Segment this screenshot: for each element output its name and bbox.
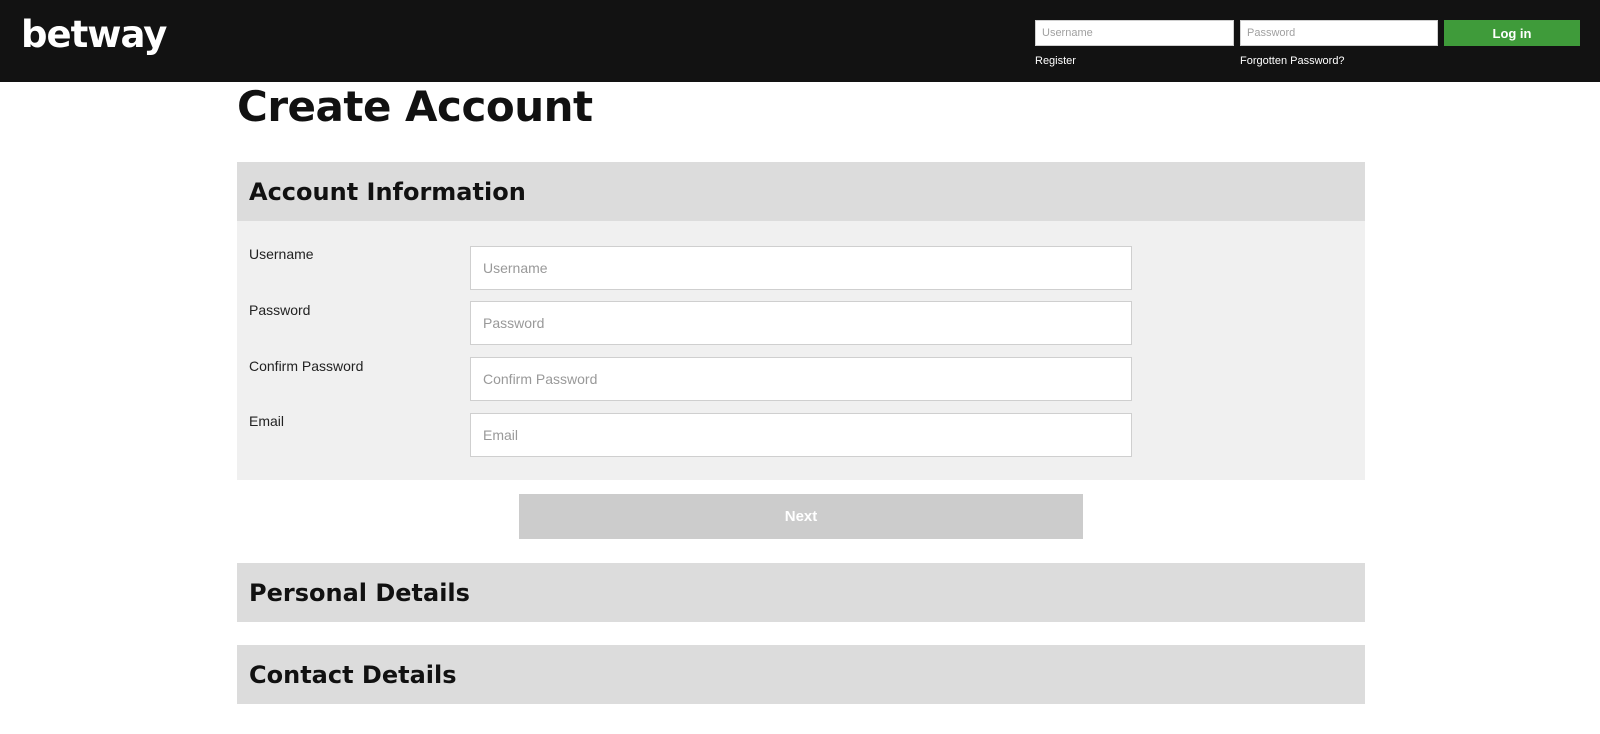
username-input[interactable] (470, 246, 1132, 290)
betway-logo[interactable]: betway (21, 12, 167, 58)
password-input[interactable] (470, 301, 1132, 345)
account-information-form: Username Password Confirm Password Email (237, 221, 1365, 480)
top-navigation-bar: betway Log in Register Forgotten Passwor… (0, 0, 1600, 82)
email-label: Email (249, 413, 285, 429)
personal-details-header[interactable]: Personal Details (237, 563, 1365, 622)
header-password-input[interactable] (1240, 20, 1438, 46)
login-button[interactable]: Log in (1444, 20, 1580, 46)
next-button[interactable]: Next (519, 494, 1083, 539)
personal-details-title: Personal Details (249, 578, 470, 607)
contact-details-header[interactable]: Contact Details (237, 645, 1365, 704)
confirm-password-input[interactable] (470, 357, 1132, 401)
page-title: Create Account (237, 82, 593, 131)
username-label: Username (249, 246, 314, 262)
forgotten-password-link[interactable]: Forgotten Password? (1240, 55, 1345, 67)
confirm-password-label: Confirm Password (249, 358, 364, 374)
password-label: Password (249, 302, 311, 318)
contact-details-title: Contact Details (249, 660, 457, 689)
account-information-header[interactable]: Account Information (237, 162, 1365, 221)
register-link[interactable]: Register (1035, 55, 1076, 67)
header-username-input[interactable] (1035, 20, 1234, 46)
email-input[interactable] (470, 413, 1132, 457)
account-information-title: Account Information (249, 177, 526, 206)
